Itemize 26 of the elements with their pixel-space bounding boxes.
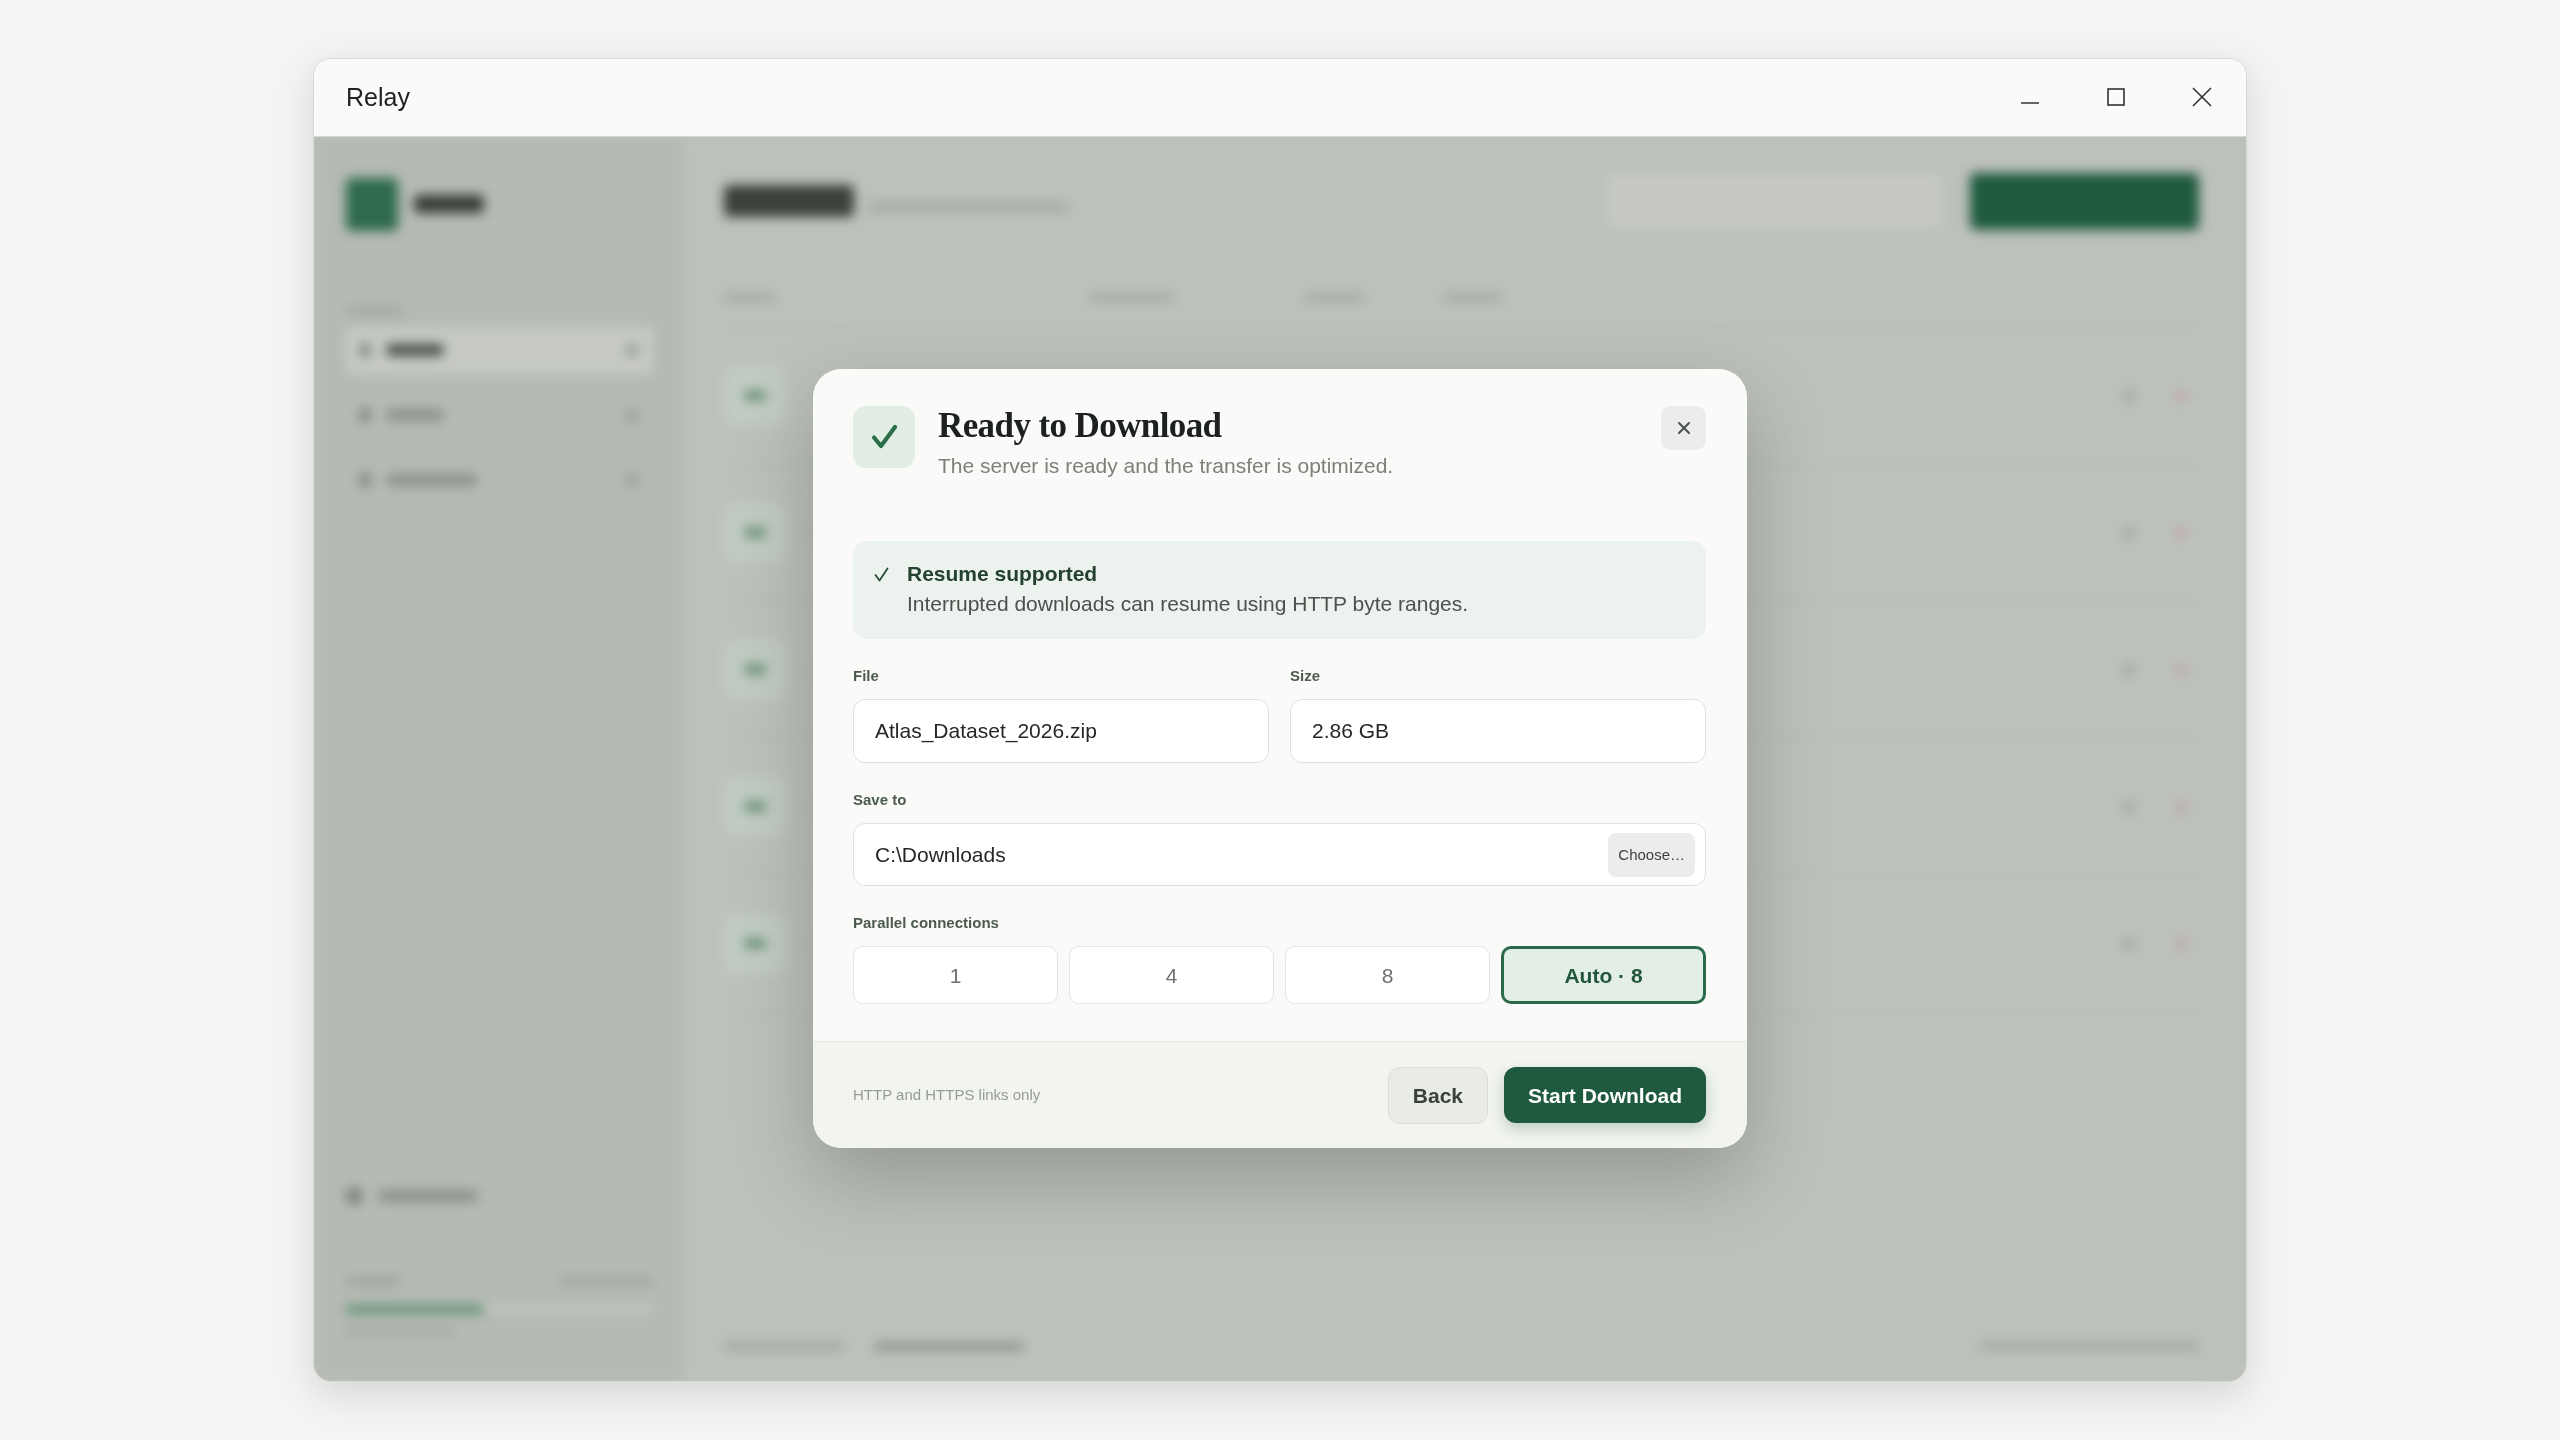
footer-note: HTTP and HTTPS links only [853,1085,1041,1106]
dialog-title: Ready to Download [938,406,1223,447]
maximize-icon[interactable] [2105,86,2127,109]
file-size-field[interactable]: 2.86 GB [1290,699,1706,764]
field-label: Parallel connections [853,914,1000,933]
close-icon[interactable] [2191,86,2213,109]
save-path-field[interactable]: C:\Downloads Choose… [853,823,1706,887]
back-button[interactable]: Back [1387,1066,1488,1124]
field-label: File [853,667,880,686]
connections-option[interactable]: 1 [853,946,1058,1005]
close-icon [1676,421,1691,436]
connections-option[interactable]: 4 [1069,946,1274,1005]
start-download-button[interactable]: Start Download [1504,1067,1706,1124]
dialog-subtitle: The server is ready and the transfer is optimized. [938,453,1395,479]
check-icon [874,567,889,583]
close-button[interactable] [1661,406,1706,451]
notice-text: Interrupted downloads can resume using HTTP byte ranges. [907,591,1469,618]
field-label: Save to [853,791,908,810]
window-title: Relay [346,82,410,113]
field-label: Size [1290,667,1321,686]
check-icon [853,406,915,469]
file-name-field[interactable]: Atlas_Dataset_2026.zip [853,699,1269,764]
choose-button[interactable]: Choose… [1608,832,1695,877]
connections-option[interactable]: Auto · 8 [1501,946,1706,1005]
notice-title: Resume supported [907,561,1099,588]
connections-option[interactable]: 8 [1285,946,1490,1005]
